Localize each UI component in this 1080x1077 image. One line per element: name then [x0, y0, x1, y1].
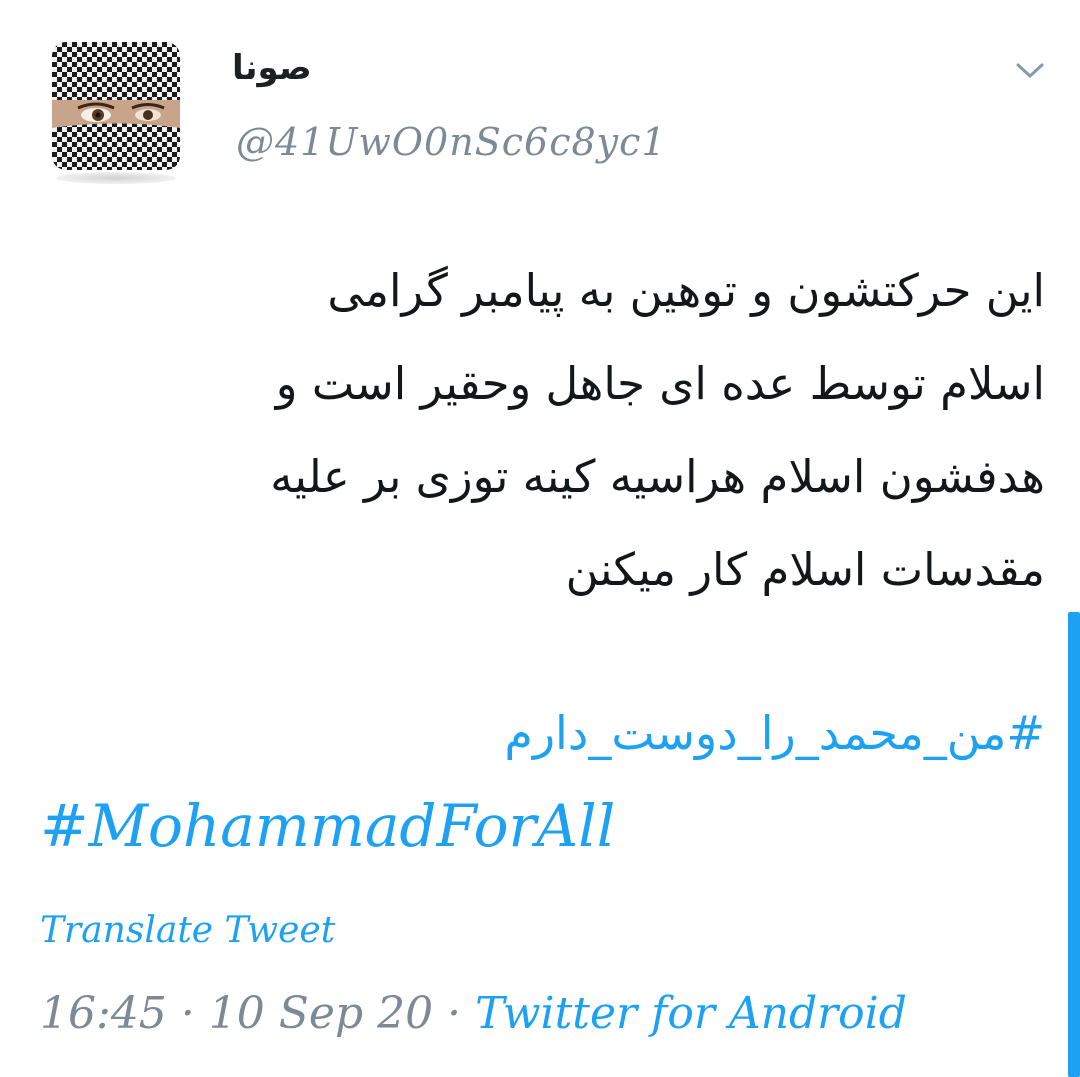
meta-separator: ·: [180, 988, 195, 1039]
tweet-date: 10 Sep 20: [208, 988, 434, 1039]
hashtag-persian-link[interactable]: #من_محمد_را_دوست_دارم: [40, 706, 1045, 760]
tweet-text-line: این حرکتشون و توهین به پیامبر گرامی: [327, 264, 1045, 317]
translate-tweet-link[interactable]: Translate Tweet: [40, 910, 335, 951]
hashtag-english-link[interactable]: #MohammadForAll: [40, 792, 615, 860]
tweet-source-link[interactable]: Twitter for Android: [475, 988, 907, 1039]
scroll-indicator[interactable]: [1068, 612, 1080, 1077]
chevron-down-icon[interactable]: [1008, 54, 1052, 88]
display-name[interactable]: صونا: [232, 48, 312, 88]
tweet-metadata: 16:45 · 10 Sep 20 · Twitter for Android: [40, 988, 907, 1039]
tweet-text-line: مقدسات اسلام کار میکنن: [565, 543, 1045, 596]
avatar[interactable]: [52, 42, 180, 170]
meta-separator: ·: [447, 988, 462, 1039]
tweet-text-line: هدفشون اسلام هراسیه کینه توزی بر علیه: [270, 450, 1045, 503]
tweet-card: صونا @41UwO0nSc6c8yc1 این حرکتشون و توهی…: [0, 0, 1080, 1077]
avatar-shadow: [56, 172, 176, 184]
user-handle[interactable]: @41UwO0nSc6c8yc1: [236, 120, 667, 164]
tweet-text: این حرکتشون و توهین به پیامبر گرامی اسلا…: [40, 244, 1045, 616]
tweet-text-line: اسلام توسط عده ای جاهل وحقیر است و: [275, 357, 1045, 410]
tweet-time: 16:45: [40, 988, 167, 1039]
